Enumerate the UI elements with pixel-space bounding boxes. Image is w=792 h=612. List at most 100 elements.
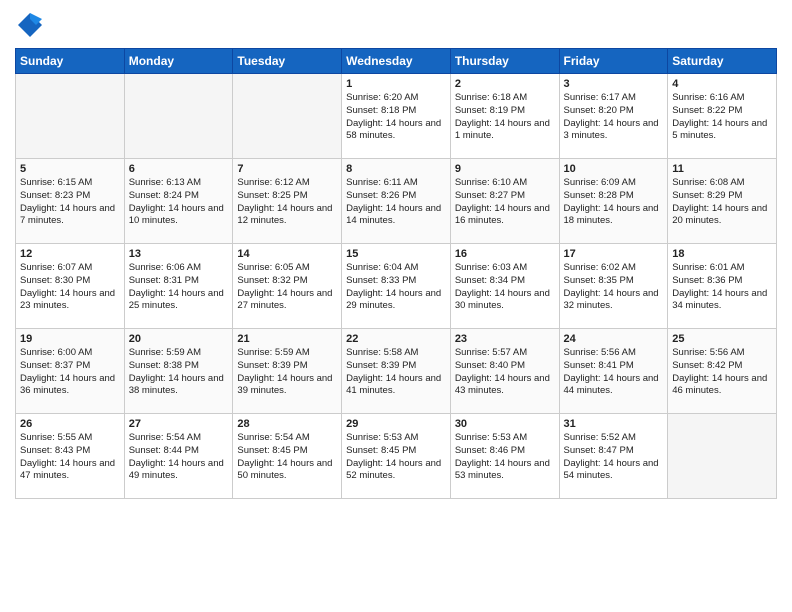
cell-info: Sunrise: 6:06 AM Sunset: 8:31 PM Dayligh… bbox=[129, 262, 229, 313]
calendar-cell: 10 Sunrise: 6:09 AM Sunset: 8:28 PM Dayli… bbox=[559, 159, 668, 244]
week-row-5: 26 Sunrise: 5:55 AM Sunset: 8:43 PM Dayli… bbox=[16, 414, 777, 499]
calendar-cell: 13 Sunrise: 6:06 AM Sunset: 8:31 PM Dayli… bbox=[124, 244, 233, 329]
day-number: 23 bbox=[455, 333, 555, 345]
cell-info: Sunrise: 5:59 AM Sunset: 8:39 PM Dayligh… bbox=[237, 347, 337, 398]
calendar-cell: 20 Sunrise: 5:59 AM Sunset: 8:38 PM Dayli… bbox=[124, 329, 233, 414]
cell-info: Sunrise: 6:18 AM Sunset: 8:19 PM Dayligh… bbox=[455, 92, 555, 143]
calendar-cell: 25 Sunrise: 5:56 AM Sunset: 8:42 PM Dayli… bbox=[668, 329, 777, 414]
day-number: 5 bbox=[20, 163, 120, 175]
calendar-cell: 19 Sunrise: 6:00 AM Sunset: 8:37 PM Dayli… bbox=[16, 329, 125, 414]
logo bbox=[15, 10, 49, 40]
cell-info: Sunrise: 5:56 AM Sunset: 8:42 PM Dayligh… bbox=[672, 347, 772, 398]
day-number: 22 bbox=[346, 333, 446, 345]
cell-info: Sunrise: 6:16 AM Sunset: 8:22 PM Dayligh… bbox=[672, 92, 772, 143]
cell-info: Sunrise: 6:17 AM Sunset: 8:20 PM Dayligh… bbox=[564, 92, 664, 143]
day-number: 19 bbox=[20, 333, 120, 345]
day-number: 17 bbox=[564, 248, 664, 260]
day-number: 8 bbox=[346, 163, 446, 175]
day-number: 16 bbox=[455, 248, 555, 260]
cell-info: Sunrise: 5:53 AM Sunset: 8:45 PM Dayligh… bbox=[346, 432, 446, 483]
cell-info: Sunrise: 6:13 AM Sunset: 8:24 PM Dayligh… bbox=[129, 177, 229, 228]
day-number: 12 bbox=[20, 248, 120, 260]
day-number: 26 bbox=[20, 418, 120, 430]
calendar-cell: 14Sunrise: 6:05 AM Sunset: 8:32 PM Dayli… bbox=[233, 244, 342, 329]
day-number: 1 bbox=[346, 78, 446, 90]
calendar-cell: 18 Sunrise: 6:01 AM Sunset: 8:36 PM Dayli… bbox=[668, 244, 777, 329]
cell-info: Sunrise: 6:08 AM Sunset: 8:29 PM Dayligh… bbox=[672, 177, 772, 228]
cell-info: Sunrise: 6:11 AM Sunset: 8:26 PM Dayligh… bbox=[346, 177, 446, 228]
day-number: 4 bbox=[672, 78, 772, 90]
cell-info: Sunrise: 6:03 AM Sunset: 8:34 PM Dayligh… bbox=[455, 262, 555, 313]
cell-info: Sunrise: 6:04 AM Sunset: 8:33 PM Dayligh… bbox=[346, 262, 446, 313]
cell-info: Sunrise: 6:10 AM Sunset: 8:27 PM Dayligh… bbox=[455, 177, 555, 228]
page-header bbox=[15, 10, 777, 40]
calendar-cell: 15 Sunrise: 6:04 AM Sunset: 8:33 PM Dayli… bbox=[342, 244, 451, 329]
day-number: 13 bbox=[129, 248, 229, 260]
week-row-3: 12 Sunrise: 6:07 AM Sunset: 8:30 PM Dayli… bbox=[16, 244, 777, 329]
cell-info: Sunrise: 6:01 AM Sunset: 8:36 PM Dayligh… bbox=[672, 262, 772, 313]
calendar-cell: 8 Sunrise: 6:11 AM Sunset: 8:26 PM Daylig… bbox=[342, 159, 451, 244]
header-thursday: Thursday bbox=[450, 49, 559, 74]
calendar-cell bbox=[668, 414, 777, 499]
calendar-cell: 5 Sunrise: 6:15 AM Sunset: 8:23 PM Daylig… bbox=[16, 159, 125, 244]
cell-info: Sunrise: 5:57 AM Sunset: 8:40 PM Dayligh… bbox=[455, 347, 555, 398]
calendar-cell: 2Sunrise: 6:18 AM Sunset: 8:19 PM Daylig… bbox=[450, 74, 559, 159]
calendar-cell bbox=[233, 74, 342, 159]
calendar-cell: 27 Sunrise: 5:54 AM Sunset: 8:44 PM Dayli… bbox=[124, 414, 233, 499]
day-number: 7 bbox=[237, 163, 337, 175]
calendar-cell: 30Sunrise: 5:53 AM Sunset: 8:46 PM Dayli… bbox=[450, 414, 559, 499]
cell-info: Sunrise: 5:58 AM Sunset: 8:39 PM Dayligh… bbox=[346, 347, 446, 398]
header-saturday: Saturday bbox=[668, 49, 777, 74]
day-number: 9 bbox=[455, 163, 555, 175]
logo-icon bbox=[15, 10, 45, 40]
week-row-1: 1 Sunrise: 6:20 AM Sunset: 8:18 PM Daylig… bbox=[16, 74, 777, 159]
calendar-cell: 4 Sunrise: 6:16 AM Sunset: 8:22 PM Daylig… bbox=[668, 74, 777, 159]
calendar-cell: 28 Sunrise: 5:54 AM Sunset: 8:45 PM Dayli… bbox=[233, 414, 342, 499]
calendar-cell: 24 Sunrise: 5:56 AM Sunset: 8:41 PM Dayli… bbox=[559, 329, 668, 414]
cell-info: Sunrise: 6:00 AM Sunset: 8:37 PM Dayligh… bbox=[20, 347, 120, 398]
cell-info: Sunrise: 6:09 AM Sunset: 8:28 PM Dayligh… bbox=[564, 177, 664, 228]
week-row-2: 5 Sunrise: 6:15 AM Sunset: 8:23 PM Daylig… bbox=[16, 159, 777, 244]
day-number: 31 bbox=[564, 418, 664, 430]
calendar-cell: 21 Sunrise: 5:59 AM Sunset: 8:39 PM Dayli… bbox=[233, 329, 342, 414]
calendar-table: SundayMondayTuesdayWednesdayThursdayFrid… bbox=[15, 48, 777, 499]
day-number: 3 bbox=[564, 78, 664, 90]
calendar-cell: 17 Sunrise: 6:02 AM Sunset: 8:35 PM Dayli… bbox=[559, 244, 668, 329]
calendar-cell: 6 Sunrise: 6:13 AM Sunset: 8:24 PM Daylig… bbox=[124, 159, 233, 244]
day-number: 27 bbox=[129, 418, 229, 430]
header-wednesday: Wednesday bbox=[342, 49, 451, 74]
calendar-cell: 11 Sunrise: 6:08 AM Sunset: 8:29 PM Dayli… bbox=[668, 159, 777, 244]
day-number: 24 bbox=[564, 333, 664, 345]
calendar-cell: 29 Sunrise: 5:53 AM Sunset: 8:45 PM Dayli… bbox=[342, 414, 451, 499]
cell-info: Sunrise: 5:52 AM Sunset: 8:47 PM Dayligh… bbox=[564, 432, 664, 483]
day-number: 29 bbox=[346, 418, 446, 430]
calendar-cell: 23 Sunrise: 5:57 AM Sunset: 8:40 PM Dayli… bbox=[450, 329, 559, 414]
day-number: 10 bbox=[564, 163, 664, 175]
day-number: 21 bbox=[237, 333, 337, 345]
calendar-cell: 26 Sunrise: 5:55 AM Sunset: 8:43 PM Dayli… bbox=[16, 414, 125, 499]
day-number: 15 bbox=[346, 248, 446, 260]
cell-info: Sunrise: 5:54 AM Sunset: 8:45 PM Dayligh… bbox=[237, 432, 337, 483]
day-number: 18 bbox=[672, 248, 772, 260]
day-number: 20 bbox=[129, 333, 229, 345]
cell-info: Sunrise: 6:20 AM Sunset: 8:18 PM Dayligh… bbox=[346, 92, 446, 143]
cell-info: Sunrise: 5:54 AM Sunset: 8:44 PM Dayligh… bbox=[129, 432, 229, 483]
header-friday: Friday bbox=[559, 49, 668, 74]
day-number: 11 bbox=[672, 163, 772, 175]
cell-info: Sunrise: 6:07 AM Sunset: 8:30 PM Dayligh… bbox=[20, 262, 120, 313]
day-number: 6 bbox=[129, 163, 229, 175]
calendar-cell bbox=[124, 74, 233, 159]
cell-info: Sunrise: 5:56 AM Sunset: 8:41 PM Dayligh… bbox=[564, 347, 664, 398]
week-row-4: 19 Sunrise: 6:00 AM Sunset: 8:37 PM Dayli… bbox=[16, 329, 777, 414]
cell-info: Sunrise: 6:02 AM Sunset: 8:35 PM Dayligh… bbox=[564, 262, 664, 313]
calendar-cell: 12 Sunrise: 6:07 AM Sunset: 8:30 PM Dayli… bbox=[16, 244, 125, 329]
day-number: 25 bbox=[672, 333, 772, 345]
cell-info: Sunrise: 5:55 AM Sunset: 8:43 PM Dayligh… bbox=[20, 432, 120, 483]
header-sunday: Sunday bbox=[16, 49, 125, 74]
calendar-cell: 16 Sunrise: 6:03 AM Sunset: 8:34 PM Dayli… bbox=[450, 244, 559, 329]
day-number: 28 bbox=[237, 418, 337, 430]
cell-info: Sunrise: 5:59 AM Sunset: 8:38 PM Dayligh… bbox=[129, 347, 229, 398]
header-monday: Monday bbox=[124, 49, 233, 74]
cell-info: Sunrise: 6:15 AM Sunset: 8:23 PM Dayligh… bbox=[20, 177, 120, 228]
day-number: 30 bbox=[455, 418, 555, 430]
